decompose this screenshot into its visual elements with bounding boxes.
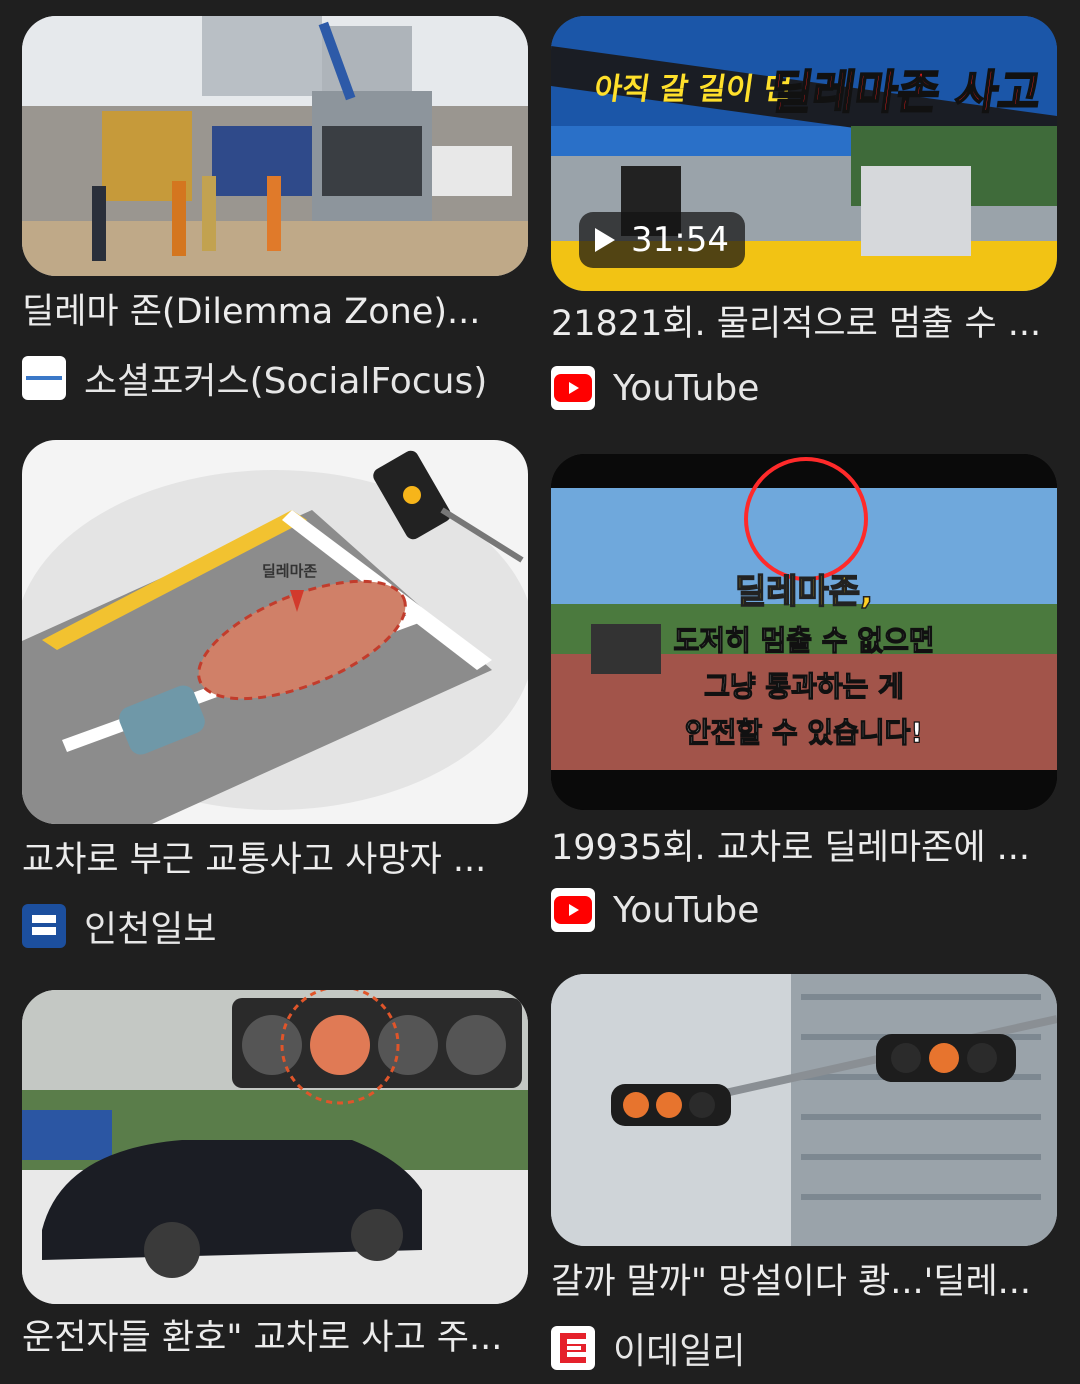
result-source-label-6: 이데일리 [613, 1331, 746, 1372]
result-thumbnail-5[interactable] [22, 990, 528, 1304]
video-duration-badge: 31:54 [579, 212, 745, 268]
result-source-4[interactable]: YouTube [551, 888, 759, 932]
result-title-3[interactable]: 교차로 부근 교통사고 사망자 ... [22, 838, 522, 882]
play-icon [595, 228, 615, 252]
incheon-ilbo-favicon [22, 904, 66, 948]
caption-line-3: 그냥 통과하는 게 [703, 669, 904, 703]
result-source-1[interactable]: 소셜포커스(SocialFocus) [22, 352, 487, 404]
result-title-1[interactable]: 딜레마 존(Dilemma Zone)... [22, 290, 522, 334]
result-thumbnail-4[interactable]: 딜레마존, 도저히 멈출 수 없으면 그냥 통과하는 게 안전할 수 있습니다! [551, 454, 1057, 810]
thumbnail-caption-highlight: 딜레마존 사고 [766, 64, 1046, 120]
thumbnail-caption-lines: 딜레마존, 도저히 멈출 수 없으면 그냥 통과하는 게 안전할 수 있습니다! [551, 564, 1057, 751]
youtube-icon [551, 366, 595, 410]
edaily-favicon [551, 1326, 595, 1370]
result-title-5[interactable]: 운전자들 환호" 교차로 사고 주... [22, 1316, 530, 1360]
socialfocus-favicon [22, 356, 66, 400]
video-duration: 31:54 [631, 220, 729, 260]
thumbnail-caption: 아직 갈 길이 먼 [592, 72, 794, 107]
result-title-4[interactable]: 19935회. 교차로 딜레마존에 ... [551, 826, 1051, 870]
result-source-label-2: YouTube [613, 367, 760, 409]
result-title-2[interactable]: 21821회. 물리적으로 멈출 수 ... [551, 302, 1051, 346]
result-source-label-3: 인천일보 [84, 909, 217, 950]
result-source-3[interactable]: 인천일보 [22, 900, 216, 952]
caption-line-4: 안전할 수 있습니다! [684, 715, 924, 749]
caption-line-2: 도저히 멈출 수 없으면 [673, 623, 935, 657]
result-source-label-1: 소셜포커스(SocialFocus) [84, 361, 488, 402]
diagram-label: 딜레마존 [262, 562, 318, 580]
result-source-6[interactable]: 이데일리 [551, 1322, 745, 1374]
result-source-label-4: YouTube [613, 889, 760, 931]
result-source-2[interactable]: YouTube [551, 366, 759, 410]
result-title-6[interactable]: 갈까 말까" 망설이다 쾅...'딜레... [551, 1260, 1053, 1304]
result-thumbnail-2[interactable]: 아직 갈 길이 먼 딜레마존 사고 31:54 [551, 16, 1057, 291]
youtube-icon [551, 888, 595, 932]
result-thumbnail-3[interactable]: 딜레마존 [22, 440, 528, 824]
result-thumbnail-6[interactable] [551, 974, 1057, 1246]
result-thumbnail-1[interactable] [22, 16, 528, 276]
caption-line-1: 딜레마존, [734, 571, 874, 613]
